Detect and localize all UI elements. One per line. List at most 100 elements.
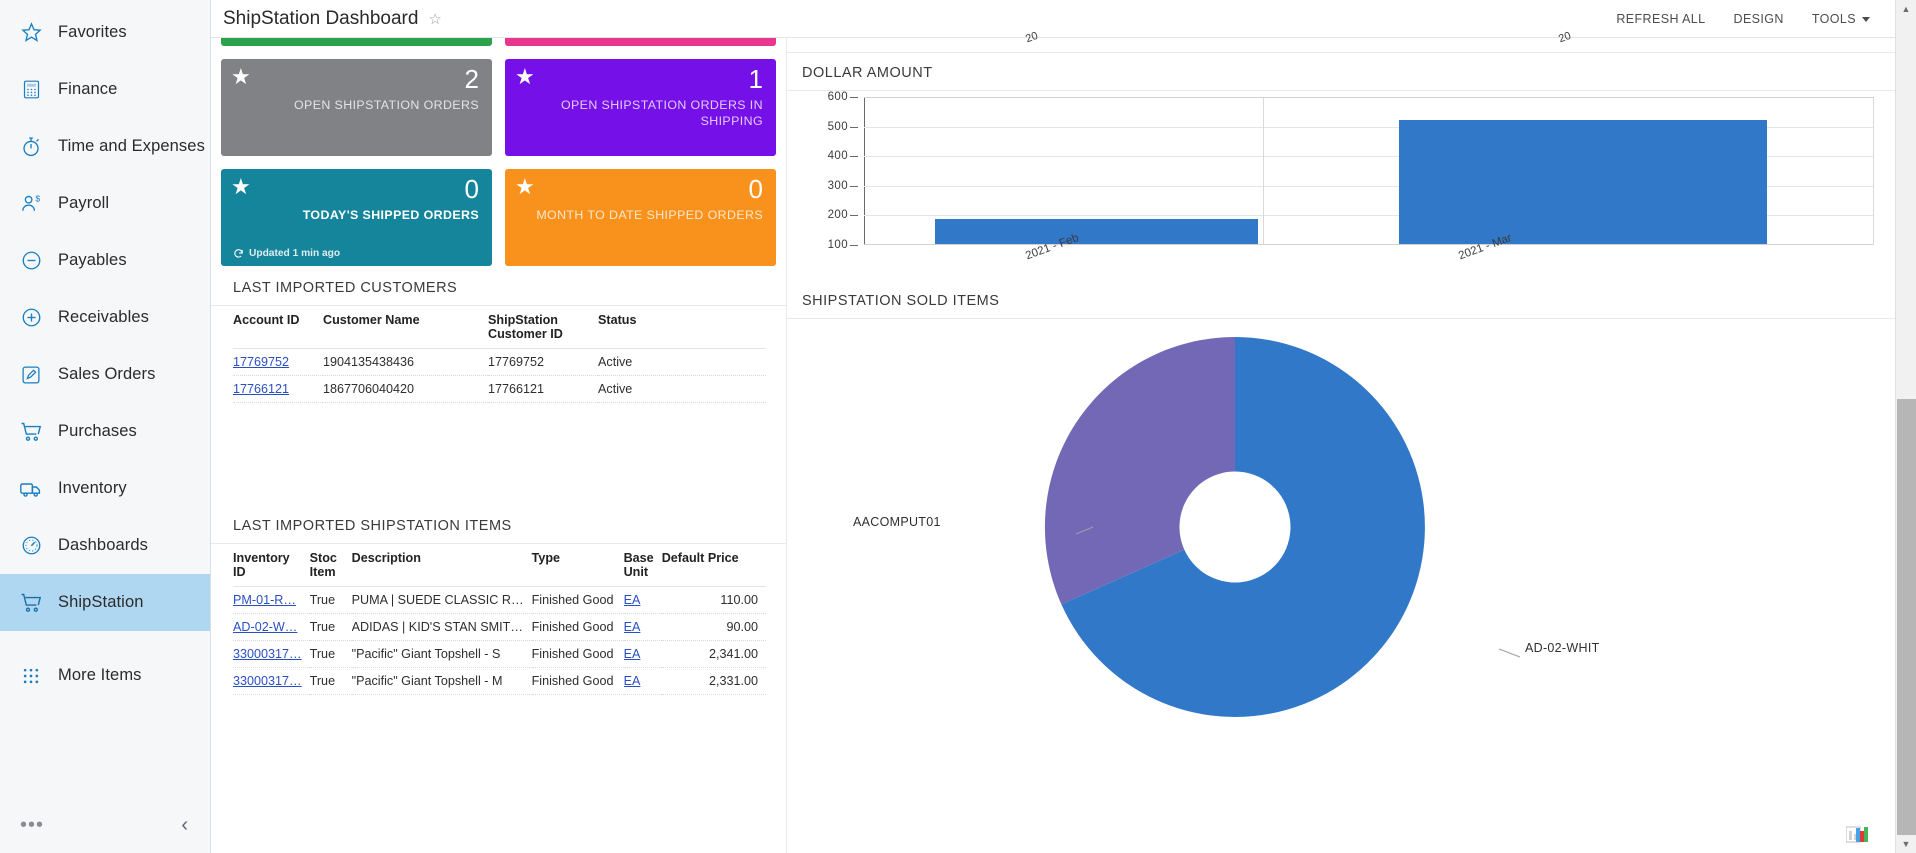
cutoff-divider — [787, 52, 1916, 53]
base-unit-link[interactable]: EA — [624, 593, 641, 607]
col-status[interactable]: Status — [598, 306, 766, 349]
cell-inventory-id: 33000317… — [233, 640, 310, 668]
sidebar-item-purchases[interactable]: Purchases — [0, 403, 210, 460]
inventory-id-link[interactable]: AD-02-W… — [233, 620, 297, 634]
customers-table: Account ID Customer Name ShipStation Cus… — [233, 306, 766, 403]
panel-divider — [787, 90, 1916, 91]
chevron-up-icon[interactable]: ▲ — [1896, 0, 1916, 18]
sidebar-item-shipstation[interactable]: ShipStation — [0, 574, 210, 631]
sidebar-item-more-items[interactable]: More Items — [0, 647, 210, 704]
cell-account-id: 17766121 — [233, 375, 323, 403]
table-row[interactable]: AD-02-W… True ADIDAS | KID'S STAN SMIT… … — [233, 613, 766, 641]
table-row[interactable]: 17769752 1904135438436 17769752 Active — [233, 348, 766, 376]
sidebar-item-favorites[interactable]: Favorites — [0, 4, 210, 61]
panel-title: LAST IMPORTED CUSTOMERS — [233, 280, 458, 296]
sidebar-item-label: Inventory — [58, 479, 127, 497]
account-id-link[interactable]: 17766121 — [233, 382, 289, 396]
inventory-id-link[interactable]: 33000317… — [233, 674, 302, 688]
kpi-tile-row-cutoff — [221, 38, 776, 46]
sidebar-item-dashboards[interactable]: Dashboards — [0, 517, 210, 574]
base-unit-link[interactable]: EA — [624, 647, 641, 661]
app-root: Favorites Finance Time and Expenses $ Pa… — [0, 0, 1916, 853]
col-inventory-id[interactable]: Inventory ID — [233, 544, 310, 587]
kpi-tile-open-shipstation-orders-in-shipping[interactable]: ★ 1 OPEN SHIPSTATION ORDERS IN SHIPPING — [505, 59, 776, 156]
account-id-link[interactable]: 17769752 — [233, 355, 289, 369]
cutoff-chart-labels: 20 20 — [787, 30, 1916, 52]
sidebar-item-time-and-expenses[interactable]: Time and Expenses — [0, 118, 210, 175]
sidebar-item-finance[interactable]: Finance — [0, 61, 210, 118]
kpi-tile-row-1: ★ 2 OPEN SHIPSTATION ORDERS ★ 1 OPEN SHI… — [221, 59, 776, 156]
base-unit-link[interactable]: EA — [624, 620, 641, 634]
col-base-unit[interactable]: Base Unit — [623, 544, 662, 587]
sidebar-item-label: Time and Expenses — [58, 137, 205, 155]
chevron-down-icon[interactable]: ▼ — [1896, 835, 1916, 853]
page-scrollbar[interactable]: ▲ ▼ — [1895, 0, 1916, 853]
cell-status: Active — [598, 375, 766, 403]
inventory-id-link[interactable]: PM-01-R… — [233, 593, 296, 607]
col-default-price[interactable]: Default Price — [661, 544, 766, 587]
kpi-tile-month-to-date-shipped-orders[interactable]: ★ 0 MONTH TO DATE SHIPPED ORDERS — [505, 169, 776, 266]
toolbar-actions: REFRESH ALL DESIGN TOOLS — [1616, 12, 1916, 26]
sidebar-item-payables[interactable]: Payables — [0, 232, 210, 289]
bar-2021-feb[interactable] — [934, 219, 1258, 244]
cell-account-id: 17769752 — [233, 348, 323, 376]
sidebar-item-label: Favorites — [58, 23, 127, 41]
chevron-left-icon[interactable]: ‹ — [181, 814, 188, 837]
col-account-id[interactable]: Account ID — [233, 306, 323, 349]
chart-type-icon[interactable] — [1845, 824, 1872, 846]
sidebar-item-label: Receivables — [58, 308, 149, 326]
table-row[interactable]: 33000317… True "Pacific" Giant Topshell … — [233, 640, 766, 668]
col-stock-item[interactable]: Stoc Item — [309, 544, 352, 587]
cell-inventory-id: 33000317… — [233, 667, 310, 695]
refresh-all-button[interactable]: REFRESH ALL — [1616, 12, 1705, 26]
bar-2021-mar[interactable] — [1399, 119, 1767, 244]
col-description[interactable]: Description — [351, 544, 532, 587]
scrollbar-thumb[interactable] — [1897, 399, 1916, 835]
left-column: ★ 2 OPEN SHIPSTATION ORDERS ★ 1 OPEN SHI… — [211, 38, 786, 853]
tools-menu[interactable]: TOOLS — [1812, 12, 1870, 26]
sidebar-item-label: Purchases — [58, 422, 137, 440]
sidebar-item-payroll[interactable]: $ Payroll — [0, 175, 210, 232]
design-button[interactable]: DESIGN — [1734, 12, 1784, 26]
shipstation-sold-items-panel: SHIPSTATION SOLD ITEMS AACOMPUT01 AD-02-… — [787, 293, 1916, 719]
cell-status: Active — [598, 348, 766, 376]
dashboard-content: ★ 2 OPEN SHIPSTATION ORDERS ★ 1 OPEN SHI… — [211, 30, 1916, 853]
star-icon: ★ — [231, 174, 251, 199]
kpi-tile-cutoff-pink[interactable] — [505, 38, 776, 46]
kpi-tile-open-shipstation-orders[interactable]: ★ 2 OPEN SHIPSTATION ORDERS — [221, 59, 492, 156]
cell-type: Finished Good — [531, 586, 624, 614]
donut-svg — [1044, 336, 1521, 717]
cell-inventory-id: PM-01-R… — [233, 586, 310, 614]
stopwatch-icon — [18, 134, 44, 160]
last-imported-shipstation-items-panel: LAST IMPORTED SHIPSTATION ITEMS Inventor… — [211, 518, 786, 695]
donut-slice-aacomput01 — [1044, 336, 1235, 605]
dollar-amount-bar-chart[interactable]: 600 500 400 300 200 100 2021 - Feb 2021 … — [802, 91, 1916, 273]
sidebar-item-sales-orders[interactable]: Sales Orders — [0, 346, 210, 403]
col-shipstation-customer-id[interactable]: ShipStation Customer ID — [488, 306, 598, 349]
sidebar-item-label: More Items — [58, 666, 142, 684]
table-row[interactable]: 17766121 1867706040420 17766121 Active — [233, 375, 766, 403]
col-type[interactable]: Type — [531, 544, 624, 587]
kpi-caption: OPEN SHIPSTATION ORDERS IN SHIPPING — [560, 98, 763, 128]
sold-items-donut-chart[interactable]: AACOMPUT01 AD-02-WHIT — [787, 319, 1916, 719]
kpi-tile-cutoff-green[interactable] — [221, 38, 492, 46]
inventory-id-link[interactable]: 33000317… — [233, 647, 302, 661]
sidebar-item-receivables[interactable]: Receivables — [0, 289, 210, 346]
svg-text:$: $ — [35, 194, 40, 204]
kpi-updated-label: Updated 1 min ago — [249, 248, 341, 259]
table-row[interactable]: 33000317… True "Pacific" Giant Topshell … — [233, 667, 766, 695]
cell-description: "Pacific" Giant Topshell - M — [351, 667, 532, 695]
cell-base-unit: EA — [623, 667, 662, 695]
kpi-tile-todays-shipped-orders[interactable]: ★ 0 TODAY'S SHIPPED ORDERS Updated 1 min… — [221, 169, 492, 266]
shopping-cart-icon — [18, 419, 44, 445]
star-icon: ★ — [515, 64, 535, 89]
ellipsis-icon[interactable]: ••• — [20, 815, 44, 835]
page-title: ShipStation Dashboard — [223, 7, 419, 29]
sidebar-item-inventory[interactable]: Inventory — [0, 460, 210, 517]
star-outline-icon[interactable]: ☆ — [428, 10, 441, 28]
col-customer-name[interactable]: Customer Name — [323, 306, 488, 349]
table-row[interactable]: PM-01-R… True PUMA | SUEDE CLASSIC R… Fi… — [233, 586, 766, 614]
base-unit-link[interactable]: EA — [624, 674, 641, 688]
table-header-row: Account ID Customer Name ShipStation Cus… — [233, 306, 766, 349]
cell-description: "Pacific" Giant Topshell - S — [351, 640, 532, 668]
